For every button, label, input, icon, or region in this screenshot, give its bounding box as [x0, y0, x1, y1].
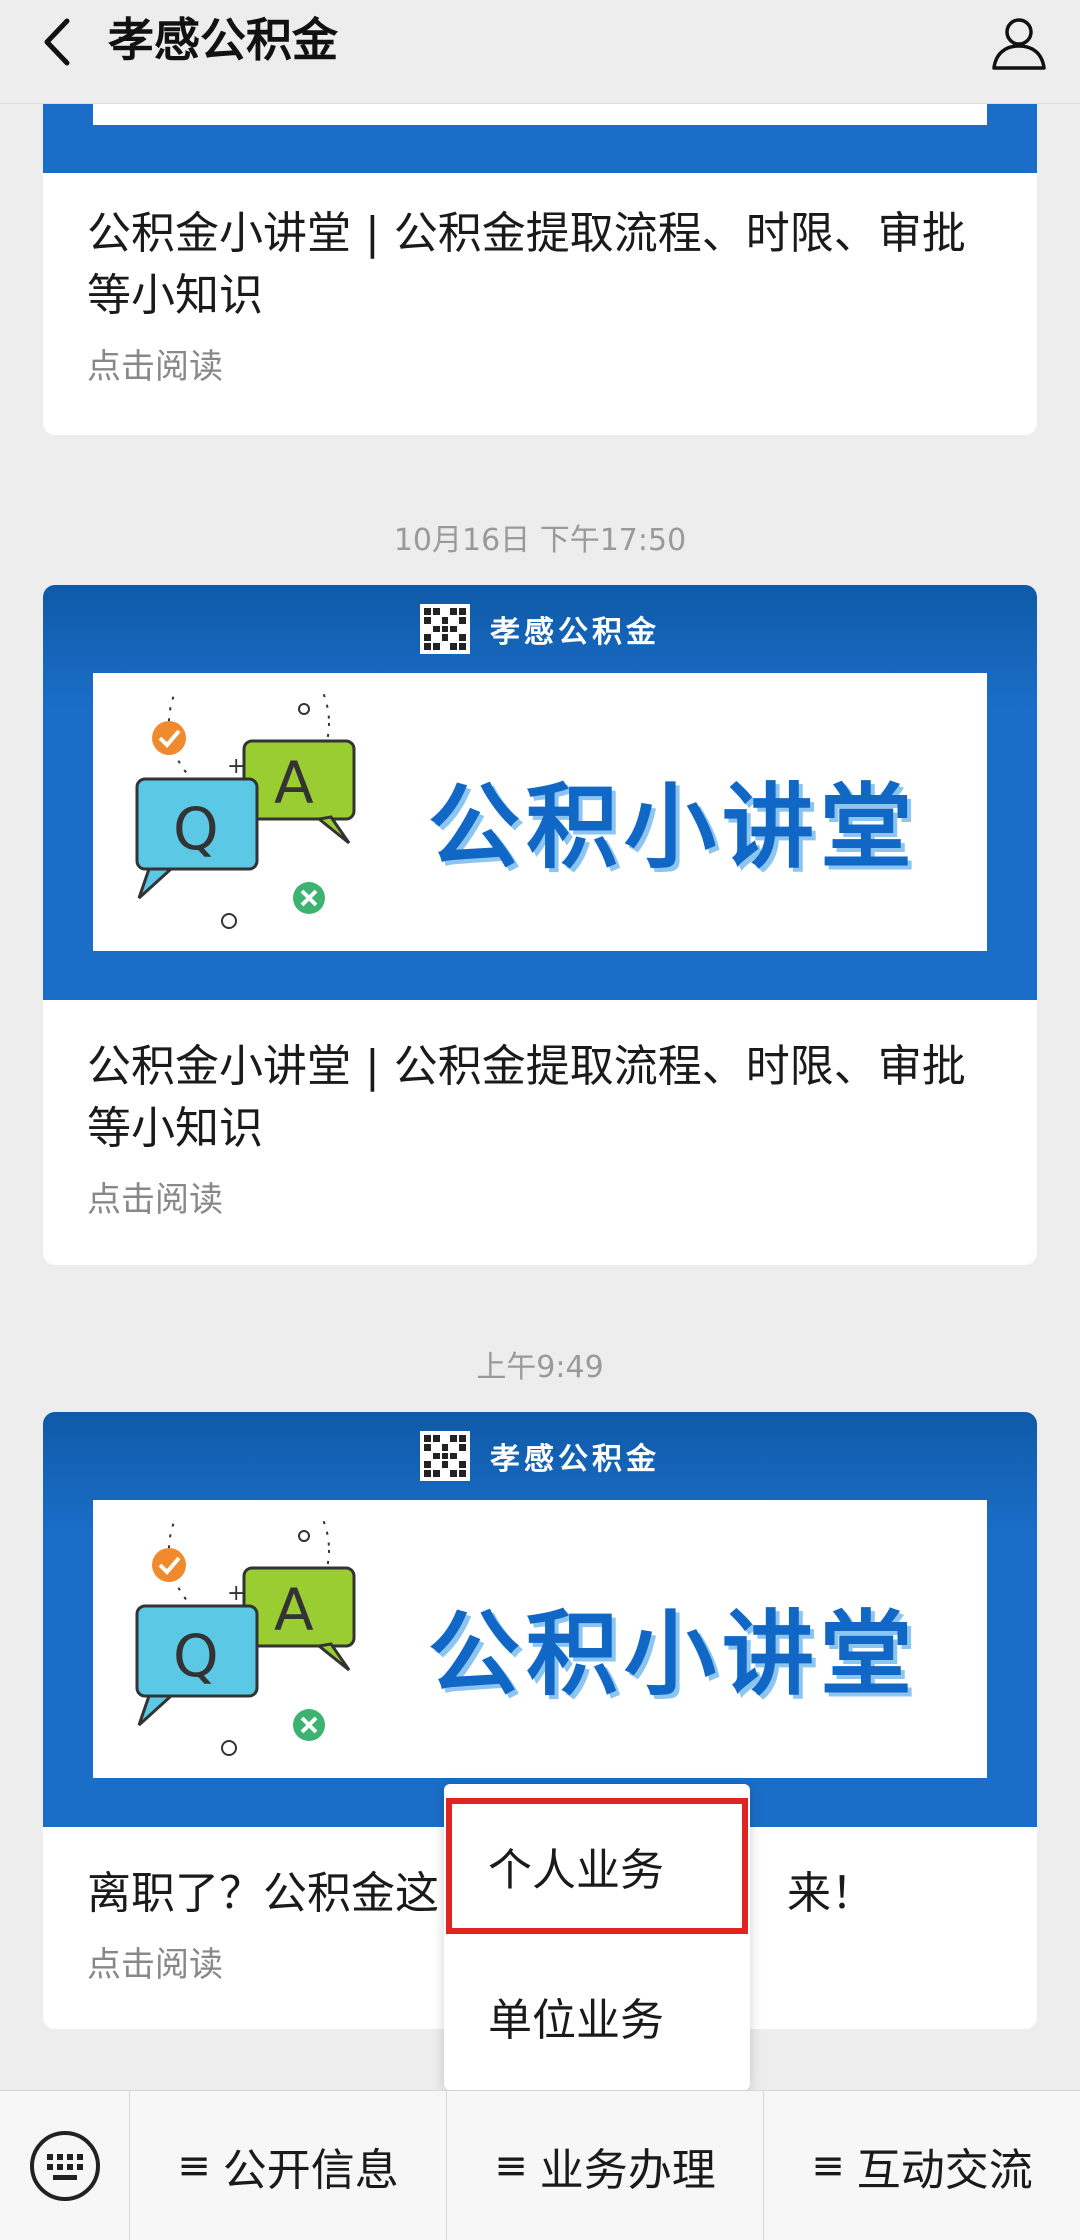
menu-item-public-info[interactable]: ≡ 公开信息 [130, 2090, 447, 2240]
cover-brand: 孝感公积金 [490, 1442, 660, 1477]
menu-item-business[interactable]: ≡ 业务办理 [447, 2090, 764, 2240]
qa-chat-icon: A Q + [135, 693, 356, 929]
chevron-left-icon [44, 18, 70, 66]
qr-code-icon [420, 1431, 470, 1481]
svg-text:+: + [227, 754, 245, 779]
menu-item-label: 业务办理 [539, 2144, 716, 2196]
cover-title: 公积小讲堂 [428, 774, 919, 881]
svg-text:A: A [274, 1576, 314, 1644]
menu-icon: ≡ [494, 2142, 528, 2189]
submenu-popup: 个人业务 单位业务 [444, 1784, 750, 2090]
article-title: 公积金小讲堂 | 公积金提取流程、时限、审批等小知识 [87, 208, 966, 321]
svg-text:Q: Q [173, 1622, 219, 1690]
bottom-menu-bar: ≡ 公开信息 ≡ 业务办理 ≡ 互动交流 [0, 2090, 1080, 2240]
keyboard-toggle-button[interactable] [0, 2090, 130, 2240]
nav-header: 孝感公积金 [0, 0, 1080, 104]
message-timestamp: 上午9:49 [476, 1350, 604, 1385]
qa-chat-icon: A Q + [135, 1520, 356, 1756]
menu-icon: ≡ [177, 2142, 211, 2189]
cover-title: 公积小讲堂 [428, 1601, 919, 1708]
qr-code-icon [420, 604, 470, 654]
user-icon [992, 18, 1046, 70]
svg-text:+: + [227, 1581, 245, 1606]
svg-text:Q: Q [173, 795, 219, 863]
article-cover: 孝感公积金 A Q + 公积小讲堂 [43, 585, 1037, 1000]
read-more-link[interactable]: 点击阅读 [87, 339, 993, 388]
keyboard-icon [29, 2130, 100, 2201]
article-card[interactable]: 孝感公积金 A Q + 公积小讲堂 公积金小讲堂 | 公积金提取流程、时限、审批… [43, 585, 1037, 1265]
submenu-item-unit-business[interactable]: 单位业务 [444, 1946, 750, 2086]
menu-icon: ≡ [811, 2142, 845, 2189]
menu-item-label: 公开信息 [222, 2144, 399, 2196]
cover-brand: 孝感公积金 [490, 615, 660, 650]
svg-text:A: A [274, 749, 314, 817]
page-title: 孝感公积金 [108, 13, 338, 67]
article-title-right: 来！ [787, 1868, 875, 1919]
submenu-item-personal-business[interactable]: 个人业务 [444, 1796, 750, 1936]
menu-item-label: 互动交流 [856, 2144, 1033, 2196]
article-title-left: 离职了？公积金这 [87, 1868, 439, 1919]
back-button[interactable] [28, 14, 84, 70]
message-timestamp: 10月16日 下午17:50 [393, 523, 687, 558]
profile-button[interactable] [984, 8, 1054, 78]
read-more-link[interactable]: 点击阅读 [87, 1172, 993, 1221]
article-cover: 孝感公积金 A Q + 公积小讲堂 [43, 1412, 1037, 1827]
article-title: 公积金小讲堂 | 公积金提取流程、时限、审批等小知识 [87, 1041, 966, 1154]
menu-item-interaction[interactable]: ≡ 互动交流 [764, 2091, 1080, 2240]
